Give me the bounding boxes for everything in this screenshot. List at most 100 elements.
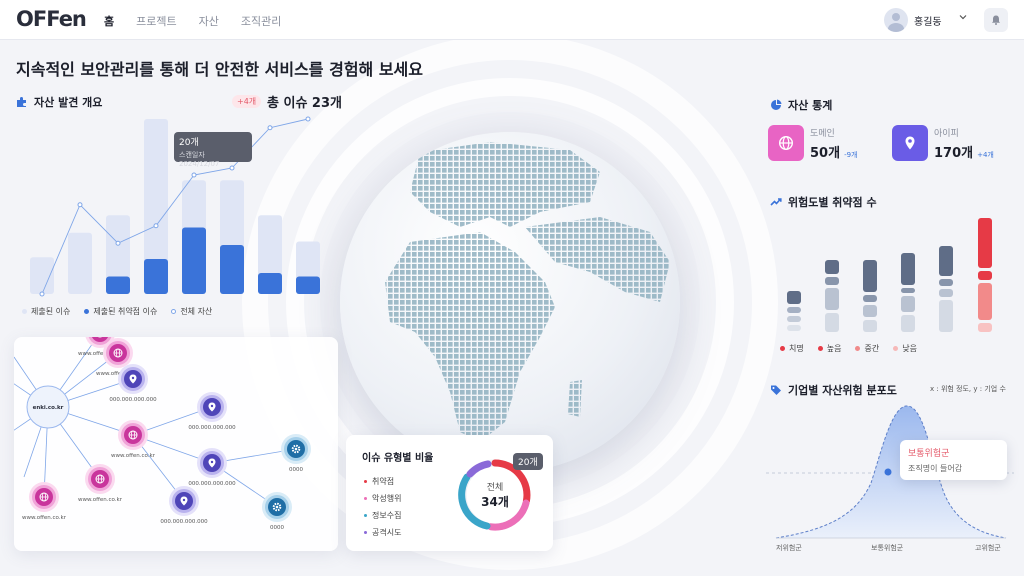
legend-low[interactable]: 낮음 xyxy=(893,343,917,354)
point-total-assets[interactable] xyxy=(115,240,121,246)
tooltip-group: 보통위험군 xyxy=(908,449,950,459)
network-node-blue-gear[interactable] xyxy=(281,434,311,464)
network-center-label: enki.co.kr xyxy=(33,405,64,411)
point-total-assets[interactable] xyxy=(305,116,311,122)
delta-badge: +4개 xyxy=(232,95,262,108)
network-node-label: 000.000.000.000 xyxy=(188,425,236,431)
ip-label: 아이피 xyxy=(934,128,959,139)
nav-home[interactable]: 홈 xyxy=(104,13,114,29)
tag-icon xyxy=(771,385,781,395)
globe-icon xyxy=(768,125,804,161)
main-nav: 홈 프로젝트 자산 조직관리 xyxy=(104,13,281,29)
network-node-label: 000.000.000.000 xyxy=(109,397,157,403)
total-issue-count: 총 이슈 23개 xyxy=(267,96,342,111)
network-node-label: www.offen.co.kr xyxy=(22,515,67,521)
domain-stat-card[interactable]: 도메인 50개 -9개 xyxy=(768,125,857,161)
network-node-blue-gear[interactable] xyxy=(262,492,292,522)
world-globe xyxy=(340,132,680,472)
location-pin-icon xyxy=(892,125,928,161)
x-tick-low: 저위험군 xyxy=(776,544,802,552)
network-node-label: 0000 xyxy=(289,467,303,473)
distribution-title: 기업별 자산위험 분포도 xyxy=(770,382,897,398)
domain-count: 50개 xyxy=(810,145,841,161)
bar-submitted-issues[interactable] xyxy=(68,232,92,294)
bar-vuln-issues[interactable] xyxy=(296,276,320,295)
network-node-pink-web[interactable] xyxy=(29,482,59,512)
top-header: OFFen 홈 프로젝트 자산 조직관리 홍길동 xyxy=(0,0,1024,40)
donut-badge: 20개 xyxy=(513,453,543,470)
bell-icon xyxy=(992,15,1000,25)
donut-total-value: 34개 xyxy=(481,495,509,509)
point-total-assets[interactable] xyxy=(267,125,273,131)
point-total-assets[interactable] xyxy=(77,202,83,208)
tooltip-value: 20개 xyxy=(179,138,199,148)
tooltip-date: 스캔일자 2024/12/07 xyxy=(179,151,220,168)
asset-network-panel: enki.co.kr www.offen.co.kr www.offen.co.kr… xyxy=(14,337,338,551)
domain-label: 도메인 xyxy=(810,128,835,139)
bar-vuln-issues[interactable] xyxy=(220,245,244,294)
legend-critical[interactable]: 치명 xyxy=(780,343,804,354)
risk-vuln-chart xyxy=(787,218,992,332)
puzzle-icon xyxy=(17,97,26,107)
asset-stats-title: 자산 통계 xyxy=(770,97,832,113)
nav-projects[interactable]: 프로젝트 xyxy=(136,13,176,29)
x-tick-high: 고위험군 xyxy=(975,544,1001,552)
bar-vuln-issues[interactable] xyxy=(258,273,282,294)
legend-submitted-issues[interactable]: 제출된 이슈 xyxy=(22,306,70,317)
point-total-assets[interactable] xyxy=(153,223,159,229)
network-node-purple-pin[interactable] xyxy=(197,392,227,422)
asset-discovery-title: 자산 발견 개요 xyxy=(16,94,102,110)
ip-stat-card[interactable]: 아이피 170개 +4개 xyxy=(892,125,994,161)
x-tick-mid: 보통위험군 xyxy=(871,544,904,552)
issue-item-info-gathering[interactable]: 정보수집 xyxy=(364,507,401,524)
bar-vuln-issues[interactable] xyxy=(182,227,206,295)
ip-count: 170개 xyxy=(934,145,974,161)
network-node-label: 0000 xyxy=(270,525,284,531)
nav-assets[interactable]: 자산 xyxy=(199,13,219,29)
bar-submitted-issues[interactable] xyxy=(30,257,54,294)
network-node-purple-pin[interactable] xyxy=(197,448,227,478)
network-node-purple-pin[interactable] xyxy=(169,486,199,516)
legend-high[interactable]: 높음 xyxy=(817,343,841,354)
point-total-assets[interactable] xyxy=(191,172,197,178)
network-node-pink-web[interactable] xyxy=(103,338,133,368)
nav-organization[interactable]: 조직관리 xyxy=(241,13,281,29)
notification-button[interactable] xyxy=(984,8,1008,32)
network-node-pink-web[interactable] xyxy=(85,464,115,494)
domain-delta: -9개 xyxy=(844,150,858,159)
network-node-label: 000.000.000.000 xyxy=(188,481,236,487)
issue-type-list: 취약점 악성행위 정보수집 공격시도 xyxy=(364,473,401,541)
pie-chart-icon xyxy=(771,99,782,110)
trend-up-icon xyxy=(770,198,782,206)
tooltip-org: 조직명이 들어감 xyxy=(908,464,963,473)
avatar[interactable] xyxy=(884,8,908,32)
network-node-purple-pin[interactable] xyxy=(118,364,148,394)
issue-item-attack-attempt[interactable]: 공격시도 xyxy=(364,524,401,541)
network-graph[interactable]: enki.co.kr www.offen.co.kr www.offen.co.kr… xyxy=(14,337,338,551)
network-node-label: 000.000.000.000 xyxy=(160,519,208,525)
issue-item-vulnerability[interactable]: 취약점 xyxy=(364,473,401,490)
legend-vuln-issues[interactable]: 제출된 취약점 이슈 xyxy=(84,306,157,317)
user-name: 홍길동 xyxy=(914,16,942,28)
distribution-tooltip: 보통위험군 조직명이 들어감 xyxy=(900,440,1007,480)
legend-total-assets[interactable]: 전체 자산 xyxy=(171,306,212,317)
network-node-label: www.offen.co.kr xyxy=(78,497,123,503)
distribution-axis-note: x : 위험 정도, y : 기업 수 xyxy=(930,385,1006,393)
user-menu[interactable]: 홍길동 xyxy=(884,8,942,32)
ip-delta: +4개 xyxy=(977,150,994,159)
chevron-down-icon[interactable] xyxy=(958,12,968,25)
app-logo[interactable]: OFFen xyxy=(16,7,87,31)
bar-vuln-issues[interactable] xyxy=(144,259,168,294)
issue-type-title: 이슈 유형별 비율 xyxy=(362,453,434,464)
chart-legend: 제출된 이슈 제출된 취약점 이슈 전체 자산 xyxy=(22,306,212,317)
risk-vuln-title: 위험도별 취약점 수 xyxy=(770,194,877,210)
bar-vuln-issues[interactable] xyxy=(106,276,130,295)
legend-medium[interactable]: 중간 xyxy=(855,343,879,354)
donut-total-label: 전체 xyxy=(486,483,504,493)
point-total-assets[interactable] xyxy=(39,291,45,297)
chart-tooltip: 20개 스캔일자 2024/12/07 xyxy=(174,132,252,168)
issue-item-malicious[interactable]: 악성행위 xyxy=(364,490,401,507)
risk-legend: 치명 높음 중간 낮음 xyxy=(780,343,917,354)
network-node-pink-web[interactable] xyxy=(118,420,148,450)
network-node-label: www.offen.co.kr xyxy=(111,453,156,459)
